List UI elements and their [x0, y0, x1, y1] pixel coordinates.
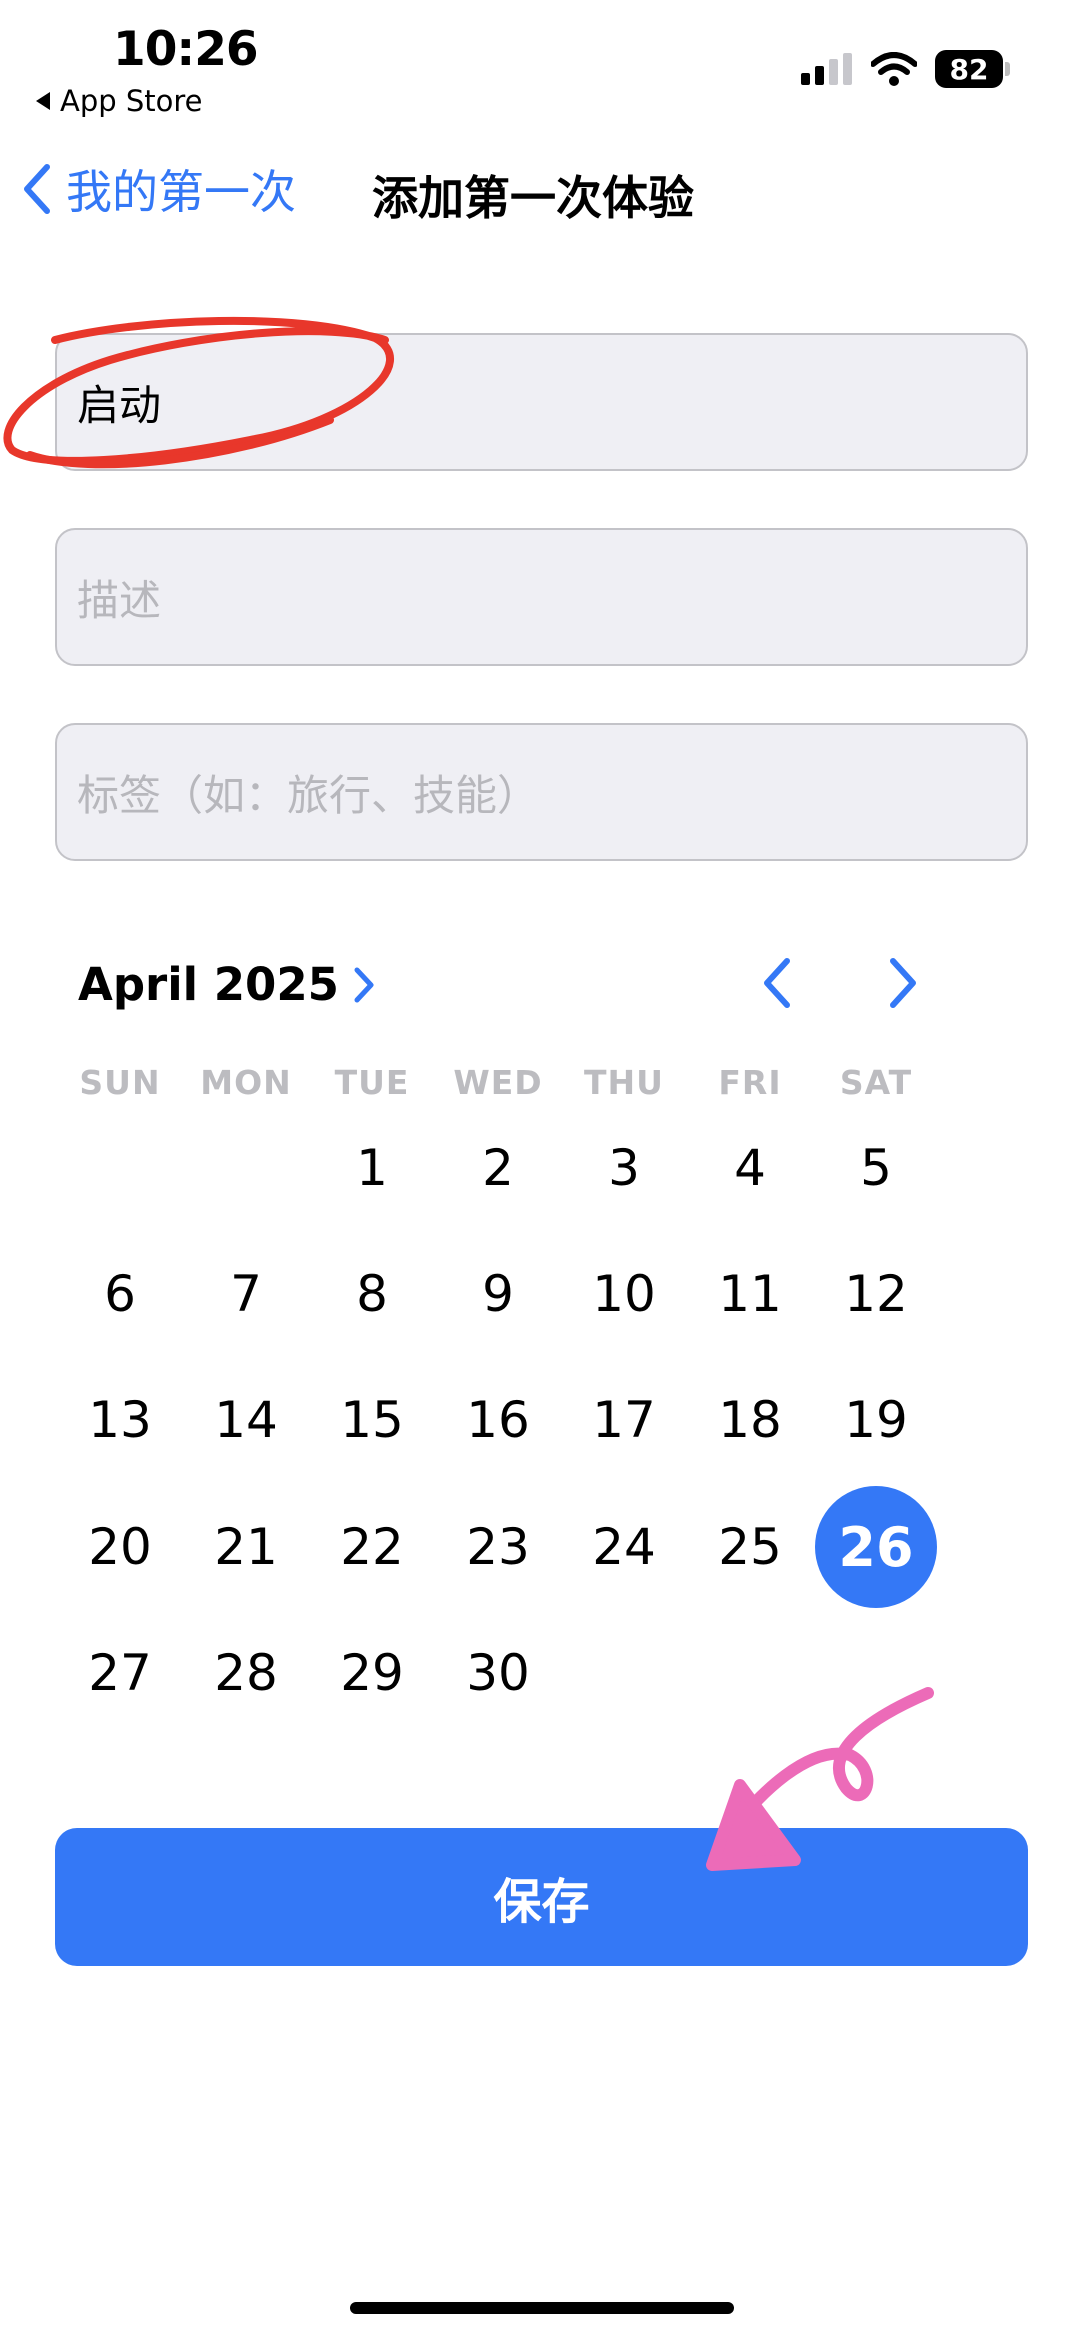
weekday-sun: SUN: [79, 1063, 161, 1102]
month-year-picker[interactable]: April 2025: [78, 958, 375, 1011]
status-icons: 82: [801, 50, 1010, 88]
calendar-day[interactable]: 11: [690, 1264, 810, 1324]
battery-tip: [1005, 62, 1010, 76]
calendar-day[interactable]: 20: [60, 1517, 180, 1577]
calendar-day[interactable]: 2: [438, 1138, 558, 1198]
calendar-day[interactable]: 15: [312, 1390, 432, 1450]
calendar-day[interactable]: 13: [60, 1390, 180, 1450]
weekday-sat: SAT: [839, 1063, 913, 1102]
weekday-fri: FRI: [718, 1063, 782, 1102]
calendar-day[interactable]: 7: [186, 1264, 306, 1324]
battery-level: 82: [935, 50, 1003, 88]
next-month-button[interactable]: [886, 955, 920, 1011]
chevron-right-icon: [354, 967, 374, 1002]
back-app-label: App Store: [60, 84, 203, 118]
page-title: 添加第一次体验: [372, 171, 694, 225]
calendar-day[interactable]: 22: [312, 1517, 432, 1577]
chevron-left-icon: [24, 164, 50, 214]
back-triangle-icon: [36, 92, 50, 110]
calendar-day[interactable]: 10: [564, 1264, 684, 1324]
calendar-day[interactable]: 23: [438, 1517, 558, 1577]
calendar-day[interactable]: 25: [690, 1517, 810, 1577]
wifi-icon: [871, 52, 917, 86]
calendar-day[interactable]: 5: [816, 1138, 936, 1198]
title-input[interactable]: 启动: [55, 333, 1028, 471]
calendar-day[interactable]: 12: [816, 1264, 936, 1324]
calendar-day[interactable]: 16: [438, 1390, 558, 1450]
calendar-day[interactable]: 21: [186, 1517, 306, 1577]
battery-indicator: 82: [935, 50, 1010, 88]
calendar-day[interactable]: 27: [60, 1643, 180, 1703]
calendar-day[interactable]: 17: [564, 1390, 684, 1450]
weekday-thu: THU: [584, 1063, 664, 1102]
calendar-day[interactable]: 30: [438, 1643, 558, 1703]
back-to-app-store[interactable]: App Store: [36, 84, 203, 118]
home-indicator: [350, 2302, 734, 2314]
calendar-day-selected[interactable]: 26: [815, 1486, 937, 1608]
calendar-day[interactable]: 8: [312, 1264, 432, 1324]
cellular-signal-icon: [801, 53, 852, 85]
calendar-day[interactable]: 19: [816, 1390, 936, 1450]
weekday-mon: MON: [200, 1063, 292, 1102]
calendar-day[interactable]: 24: [564, 1517, 684, 1577]
nav-back-label: 我的第一次: [66, 165, 296, 219]
previous-month-button[interactable]: [760, 955, 794, 1011]
calendar-day[interactable]: 1: [312, 1138, 432, 1198]
calendar-day[interactable]: 14: [186, 1390, 306, 1450]
weekday-wed: WED: [453, 1063, 543, 1102]
calendar-day[interactable]: 3: [564, 1138, 684, 1198]
calendar-day[interactable]: 9: [438, 1264, 558, 1324]
tags-input[interactable]: 标签（如：旅行、技能）: [55, 723, 1028, 861]
calendar-day[interactable]: 28: [186, 1643, 306, 1703]
description-input[interactable]: 描述: [55, 528, 1028, 666]
month-label: April 2025: [78, 958, 339, 1011]
nav-back-button[interactable]: 我的第一次: [22, 156, 296, 222]
navigation-bar: 我的第一次 添加第一次体验: [0, 150, 1080, 230]
calendar-day[interactable]: 4: [690, 1138, 810, 1198]
save-button[interactable]: 保存: [55, 1828, 1028, 1966]
calendar-day[interactable]: 29: [312, 1643, 432, 1703]
calendar-day[interactable]: 18: [690, 1390, 810, 1450]
weekday-tue: TUE: [334, 1063, 410, 1102]
calendar-day[interactable]: 6: [60, 1264, 180, 1324]
status-time: 10:26: [113, 22, 259, 77]
